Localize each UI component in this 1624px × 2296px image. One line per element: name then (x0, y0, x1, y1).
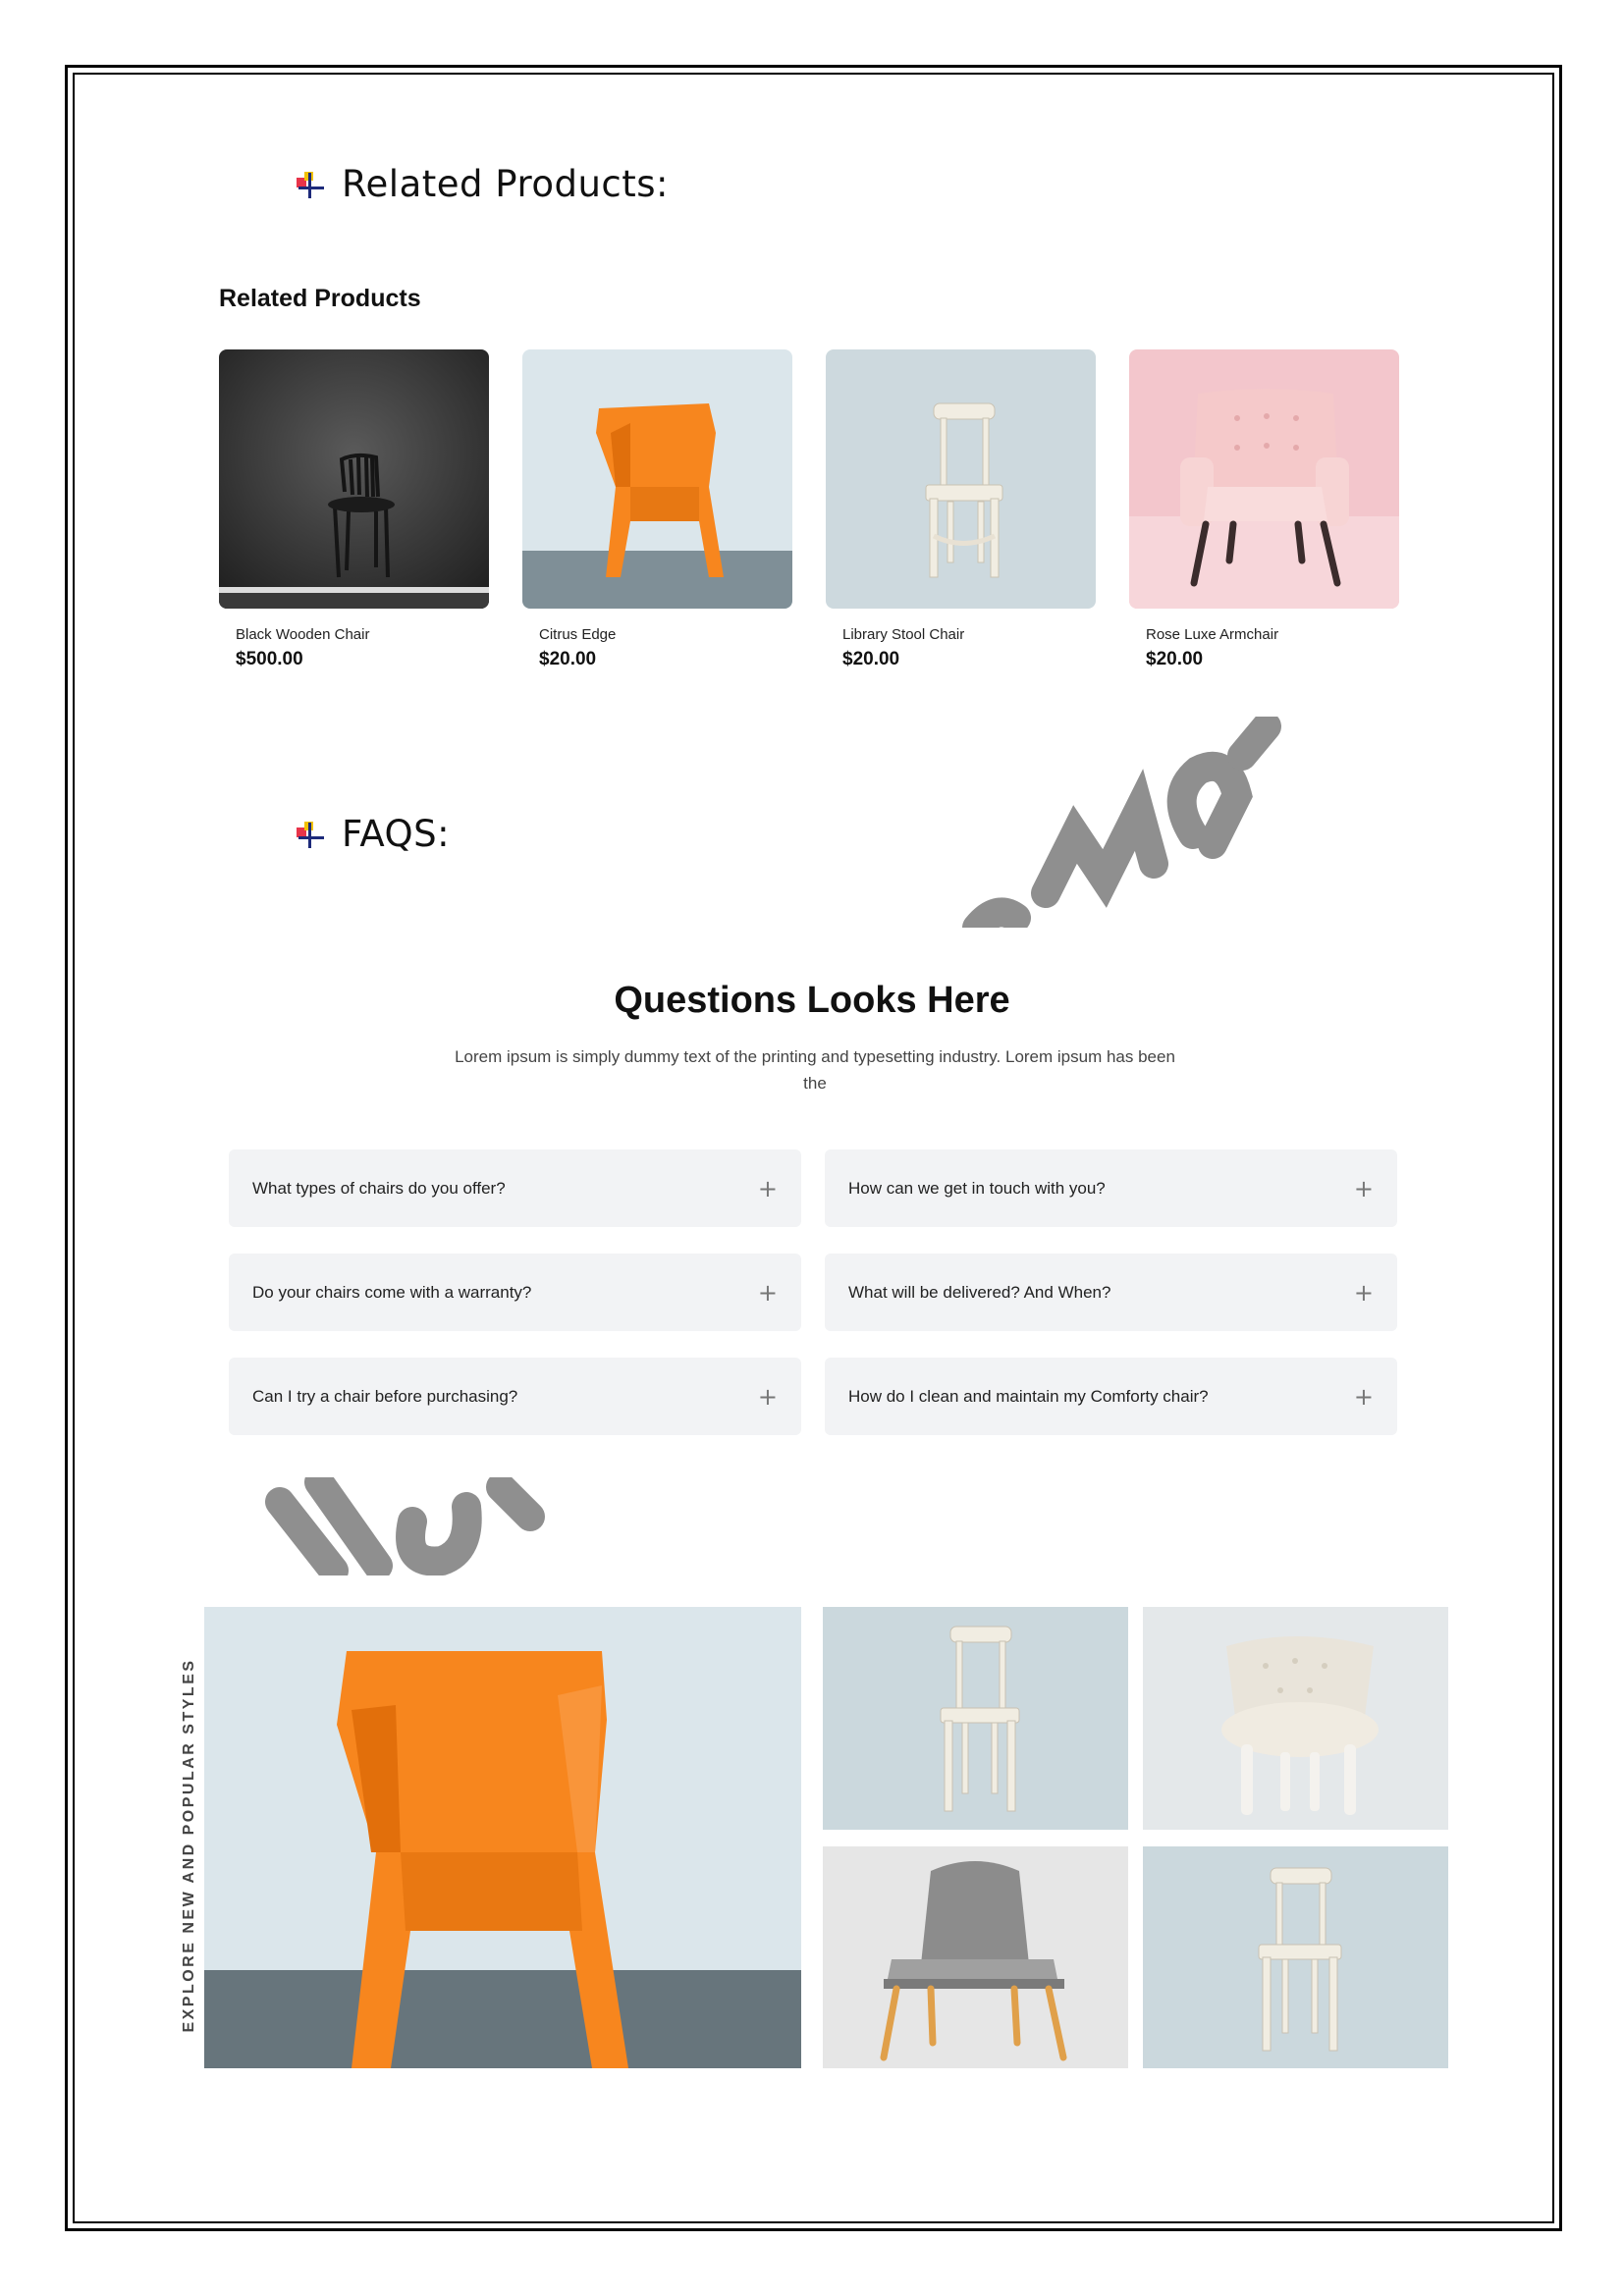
faq-item[interactable]: Do your chairs come with a warranty? + (229, 1254, 801, 1331)
faq-subtitle: Lorem ipsum is simply dummy text of the … (432, 1043, 1198, 1096)
product-name[interactable]: Black Wooden Chair (236, 626, 489, 643)
faq-item[interactable]: How can we get in touch with you? + (825, 1149, 1397, 1227)
product-price: $20.00 (1146, 649, 1204, 669)
faq-question[interactable]: What types of chairs do you offer? (252, 1179, 506, 1199)
gallery-image-cream-armchair[interactable] (1143, 1607, 1448, 1830)
product-price: $500.00 (236, 649, 303, 669)
related-products-heading-label: Related Products: (342, 163, 670, 205)
faq-question[interactable]: Can I try a chair before purchasing? (252, 1387, 517, 1407)
plus-icon[interactable]: + (758, 1279, 778, 1307)
bullet-icon (295, 170, 324, 199)
faq-question[interactable]: How can we get in touch with you? (848, 1179, 1106, 1199)
faq-item[interactable]: Can I try a chair before purchasing? + (229, 1358, 801, 1435)
product-name[interactable]: Library Stool Chair (842, 626, 1096, 643)
faqs-heading-label: FAQS: (342, 813, 451, 855)
plus-icon[interactable]: + (1354, 1175, 1374, 1202)
product-image-orange-chair[interactable] (522, 349, 792, 609)
gallery-image-white-chair[interactable] (823, 1607, 1128, 1830)
gallery-side-text: EXPLORE NEW AND POPULAR STYLES (181, 1658, 197, 2033)
faq-question[interactable]: How do I clean and maintain my Comforty … (848, 1387, 1209, 1407)
plus-icon[interactable]: + (1354, 1383, 1374, 1411)
product-name[interactable]: Citrus Edge (539, 626, 792, 643)
product-name[interactable]: Rose Luxe Armchair (1146, 626, 1399, 643)
faqs-heading: FAQS: (295, 813, 450, 855)
faq-item[interactable]: What will be delivered? And When? + (825, 1254, 1397, 1331)
gallery-image-grey-chair[interactable] (823, 1846, 1128, 2068)
gallery-image-white-chair-2[interactable] (1143, 1846, 1448, 2068)
gallery-image-orange-chair[interactable] (204, 1607, 801, 2068)
faq-title: Questions Looks Here (614, 980, 1010, 1021)
plus-icon[interactable]: + (758, 1383, 778, 1411)
plus-icon[interactable]: + (1354, 1279, 1374, 1307)
faq-subtitle-line: Lorem ipsum is simply dummy text of the … (455, 1047, 1175, 1066)
product-image-white-stool-chair[interactable] (826, 349, 1096, 609)
faq-item[interactable]: What types of chairs do you offer? + (229, 1149, 801, 1227)
product-card[interactable]: Black Wooden Chair $500.00 (219, 349, 489, 670)
faq-question[interactable]: Do your chairs come with a warranty? (252, 1283, 531, 1303)
faq-subtitle-line: the (803, 1074, 827, 1093)
product-card[interactable]: Rose Luxe Armchair $20.00 (1129, 349, 1399, 670)
product-price: $20.00 (842, 649, 900, 669)
plus-icon[interactable]: + (758, 1175, 778, 1202)
related-products-heading: Related Products: (295, 163, 669, 205)
faq-item[interactable]: How do I clean and maintain my Comforty … (825, 1358, 1397, 1435)
product-price: $20.00 (539, 649, 597, 669)
product-card[interactable]: Library Stool Chair $20.00 (826, 349, 1096, 670)
related-products-title: Related Products (219, 285, 421, 312)
product-image-pink-armchair[interactable] (1129, 349, 1399, 609)
bullet-icon (295, 820, 324, 849)
faq-question[interactable]: What will be delivered? And When? (848, 1283, 1110, 1303)
product-image-black-chair[interactable] (219, 349, 489, 609)
product-card[interactable]: Citrus Edge $20.00 (522, 349, 792, 670)
